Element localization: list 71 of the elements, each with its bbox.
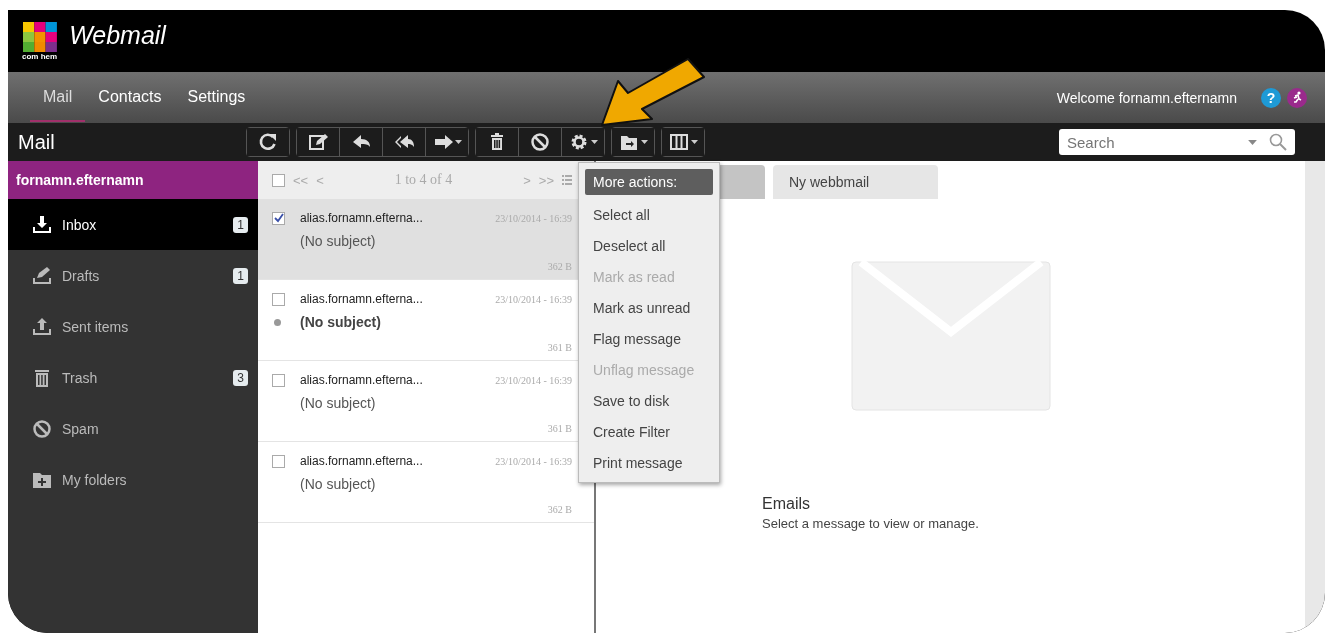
folder-item[interactable]: Drafts 1 (8, 250, 258, 301)
unread-count: 1 (233, 216, 248, 233)
block-icon (32, 418, 52, 439)
toolbar-button[interactable] (561, 128, 604, 156)
message-sender: alias.fornamn.efterna... (300, 454, 424, 468)
empty-state-title: Emails (762, 495, 811, 513)
folder-item[interactable]: Spam (8, 403, 258, 454)
message-size: 362 B (546, 503, 572, 515)
search-icon[interactable] (1269, 133, 1287, 151)
folder-label: Drafts (62, 267, 101, 284)
message-date: 23/10/2014 - 16:39 (495, 374, 572, 386)
toolbar-button[interactable] (425, 128, 468, 156)
nav-tab[interactable]: Mail (30, 73, 86, 122)
logout-runner-icon[interactable] (1287, 87, 1307, 108)
folder-label: Inbox (62, 216, 98, 233)
section-title: Mail (17, 130, 56, 154)
forward-arrow-icon (432, 132, 453, 152)
folder-label: Spam (62, 420, 100, 437)
columns-icon (668, 132, 689, 152)
nav-tab[interactable]: Contacts (85, 73, 175, 122)
caret-icon (690, 140, 698, 144)
message-subject: (No subject) (300, 476, 377, 492)
folder-label: My folders (62, 471, 128, 488)
compose-icon (308, 132, 328, 152)
caret-icon[interactable] (1248, 140, 1257, 145)
folder-item[interactable]: Trash 3 (8, 352, 258, 403)
toolbar-button[interactable] (247, 128, 289, 156)
logo-icon (22, 21, 57, 52)
message-size: 361 B (546, 341, 572, 353)
trash-icon (32, 367, 52, 388)
preview-tab[interactable]: Ny webbmail (773, 165, 938, 199)
message-date: 23/10/2014 - 16:39 (495, 293, 572, 305)
menu-header: More actions: (585, 169, 713, 195)
folder-label: Sent items (62, 318, 130, 335)
search-field[interactable]: Search (1059, 129, 1295, 155)
welcome-text: Welcome fornamn.efternamn (1056, 89, 1237, 106)
nav-tab[interactable]: Settings (174, 73, 259, 122)
caret-icon (640, 140, 648, 144)
logo-text: com hem (22, 51, 58, 61)
message-checkbox[interactable] (272, 211, 285, 225)
message-size: 361 B (546, 422, 572, 434)
message-date: 23/10/2014 - 16:39 (495, 455, 572, 467)
download-tray-icon (32, 214, 52, 235)
app-title: Webmail (69, 20, 166, 50)
folder-item[interactable]: Sent items (8, 301, 258, 352)
page-range: 1 to 4 of 4 (393, 172, 454, 188)
account-name: fornamn.efternamn (8, 161, 258, 199)
message-subject: (No subject) (300, 395, 377, 411)
message-checkbox[interactable] (272, 373, 285, 387)
unread-count: 1 (233, 267, 248, 284)
message-checkbox[interactable] (272, 454, 285, 468)
toolbar-button[interactable] (612, 128, 654, 156)
message-sender: alias.fornamn.efterna... (300, 211, 424, 225)
message-sender: alias.fornamn.efterna... (300, 292, 424, 306)
pencil-tray-icon (32, 265, 52, 286)
message-checkbox[interactable] (272, 292, 285, 306)
message-subject: (No subject) (300, 314, 382, 330)
caret-icon (590, 140, 598, 144)
toolbar-button[interactable] (662, 128, 704, 156)
caret-icon (454, 140, 462, 144)
unread-count: 3 (233, 369, 248, 386)
folder-item[interactable]: Inbox 1 (8, 199, 258, 250)
message-subject: (No subject) (300, 233, 377, 249)
refresh-icon (258, 132, 278, 152)
folder-item[interactable]: My folders (8, 454, 258, 505)
upload-tray-icon (32, 316, 52, 337)
message-sender: alias.fornamn.efterna... (300, 373, 424, 387)
folder-label: Trash (62, 369, 99, 386)
select-all-checkbox[interactable] (272, 173, 285, 187)
empty-state-hint: Select a message to view or manage. (762, 516, 979, 531)
block-icon (530, 132, 550, 152)
